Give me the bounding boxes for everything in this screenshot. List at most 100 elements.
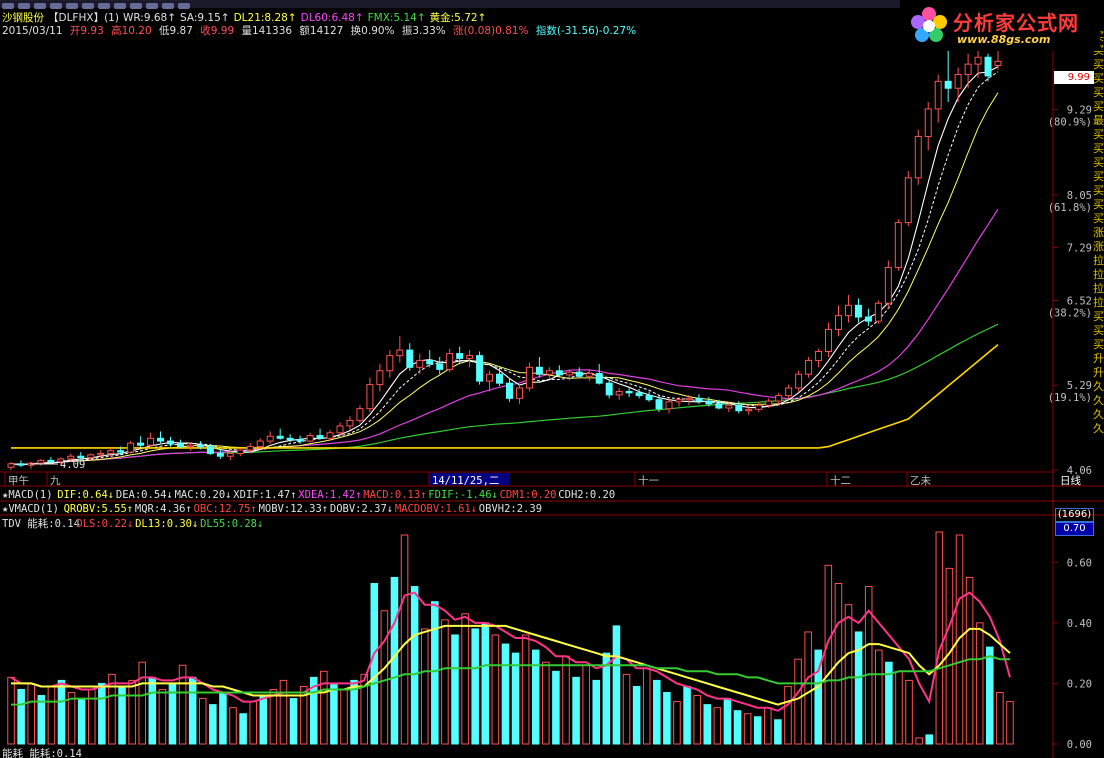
tdv-bar: [713, 707, 722, 745]
candle-body: [286, 437, 294, 441]
candle-body: [904, 177, 912, 224]
vmacd-row-item: QROBV:5.55↑: [64, 503, 134, 515]
tdv-bar: [370, 582, 379, 745]
candle-body: [555, 370, 563, 376]
tdv-bar: [935, 531, 944, 745]
tdv-bar: [451, 634, 459, 745]
candle-body: [984, 56, 992, 77]
candle-body: [196, 444, 204, 448]
candle-body: [446, 353, 454, 370]
signal-char: 买: [1093, 100, 1104, 113]
signal-char: 买: [1093, 72, 1104, 85]
tdv-bar: [158, 688, 167, 745]
tdv-bar: [985, 646, 994, 745]
macd-row-item: XDEA:1.42↑: [298, 489, 361, 501]
tdv-bar: [410, 586, 419, 745]
tdv-bar: [37, 695, 46, 745]
tdv-bar: [612, 625, 621, 745]
vmacd-row-item: MOBV:12.33↑: [259, 503, 329, 515]
candle-body: [426, 359, 434, 365]
tdv-bar: [380, 610, 389, 745]
candle-body: [675, 399, 683, 403]
tdv-bar: [996, 692, 1004, 745]
candle-body: [715, 403, 723, 409]
candle-body: [934, 80, 942, 110]
candle-body: [266, 435, 274, 442]
tdv-bar: [905, 679, 913, 745]
candle-body: [775, 395, 783, 402]
tdv-bar: [683, 685, 691, 745]
flower-logo-icon: [911, 7, 947, 42]
signal-char: 涨: [1093, 226, 1104, 239]
candle-body: [575, 371, 583, 377]
tdv-bar: [138, 661, 146, 745]
tdv-bar: [804, 631, 812, 745]
tdv-bar: [875, 649, 883, 745]
vmacd-row-item: OBVH2:2.39: [479, 503, 542, 515]
candle-body: [635, 392, 643, 397]
tdv-bar: [27, 682, 36, 745]
candle-body: [595, 373, 603, 384]
candle-body: [535, 366, 543, 375]
signal-char: 升: [1093, 352, 1104, 365]
price-axis-label: 5.29: [1067, 380, 1092, 392]
candle-body: [615, 390, 623, 396]
candle-body: [127, 442, 135, 453]
price-axis-percent: (19.1%): [1048, 392, 1092, 404]
price-axis-percent: (80.9%): [1048, 117, 1092, 129]
candle-body: [206, 446, 214, 454]
signal-char: 买: [1093, 310, 1104, 323]
candle-body: [157, 437, 165, 442]
ma-magenta-line: [10, 208, 999, 466]
tdv-bar: [17, 688, 25, 745]
tdv-bar: [552, 670, 560, 745]
candle-body: [396, 349, 404, 357]
signal-char: 买: [1093, 170, 1104, 183]
tdv-bar: [259, 695, 268, 745]
signal-char: 拉: [1093, 296, 1104, 309]
tdv-bar: [239, 713, 247, 745]
candle-body: [236, 449, 244, 454]
candle-body: [466, 355, 474, 359]
candle-body: [246, 446, 254, 451]
candle-body: [37, 459, 45, 464]
candle-body: [515, 387, 523, 399]
tdv-axis-label: 0.20: [1067, 678, 1092, 690]
candle-body: [874, 302, 882, 322]
candle-body: [815, 350, 823, 361]
candle-body: [97, 452, 105, 456]
tdv-bar: [895, 670, 903, 745]
time-axis-label: 九: [50, 475, 61, 487]
candle-body: [356, 408, 364, 421]
tdv-bar: [511, 652, 520, 745]
candle-body: [496, 373, 504, 384]
tdv-bar: [632, 685, 641, 745]
signal-char: 买: [1093, 142, 1104, 155]
candle-body: [216, 452, 224, 457]
vmacd-row-item: DOBV:2.37↓: [330, 503, 393, 515]
tdv-bar: [400, 534, 409, 745]
tdv-bar: [148, 676, 157, 745]
macd-row-title: ★MACD(1): [2, 489, 53, 501]
stock-chart[interactable]: 9.29(80.9%) 8.05(61.8%) 7.29 6.52(38.2%) 5.2…: [0, 0, 1104, 758]
price-axis-label: 6.52: [1067, 295, 1092, 307]
tdv-bar: [491, 634, 500, 745]
candle-body: [725, 404, 733, 409]
tdv-bar: [592, 679, 601, 745]
candle-body: [954, 73, 962, 89]
tdv-bar: [420, 628, 429, 745]
macd-row-item: DEA:0.54↓: [116, 489, 173, 501]
tdv-bar: [188, 676, 197, 745]
vmacd-row-item: MACDOBV:1.61↓: [395, 503, 477, 515]
macd-row-item: FDIF:-1.46↓: [428, 489, 498, 501]
signal-char: 买: [1093, 212, 1104, 225]
candle-body: [107, 450, 115, 454]
macd-row-item: MACD:0.13↑: [363, 489, 426, 501]
tdv-bar: [915, 737, 923, 745]
signal-char: 买: [1093, 338, 1104, 351]
candle-body: [745, 408, 753, 412]
signal-char: 拉: [1093, 254, 1104, 267]
candle-body: [47, 459, 55, 463]
tdv-bar: [774, 719, 782, 745]
tdv-axis-value: 0.70: [1055, 522, 1094, 536]
